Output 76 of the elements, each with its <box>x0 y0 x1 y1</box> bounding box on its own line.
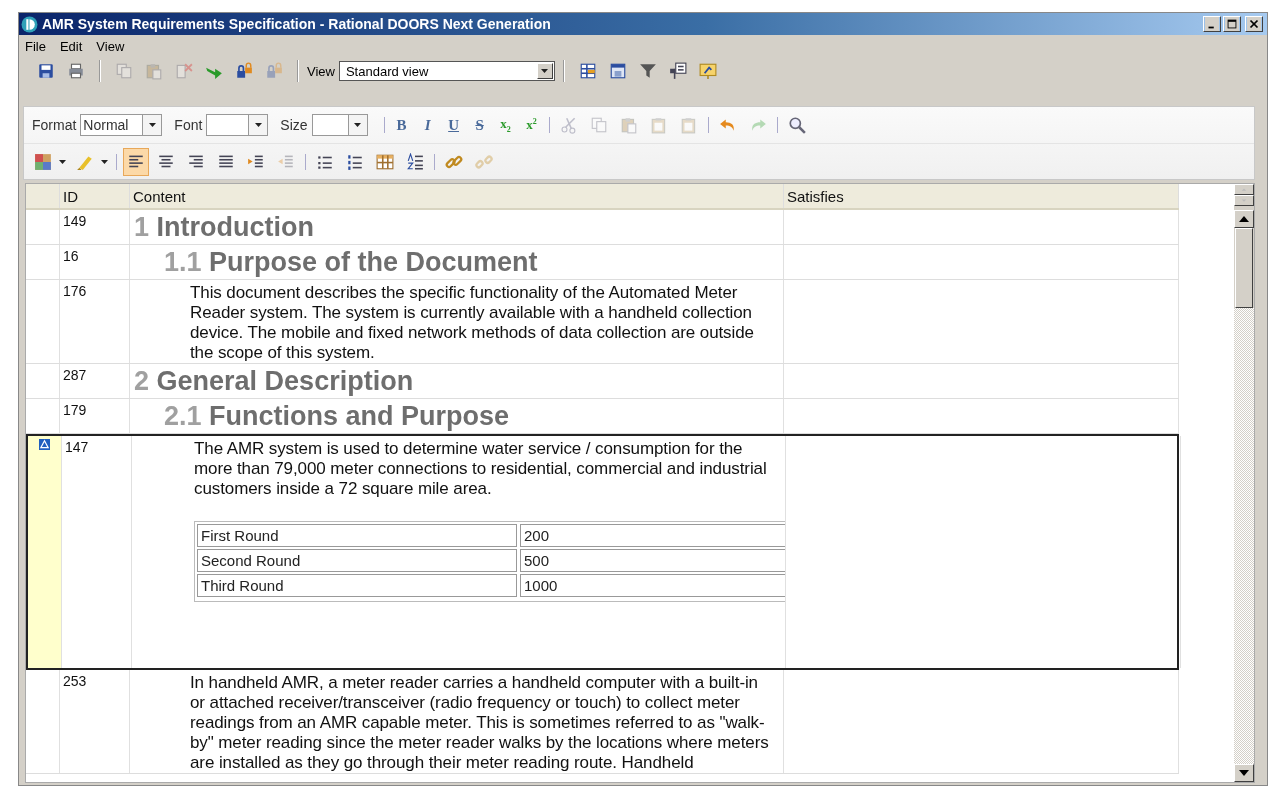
row-id: 176 <box>62 282 87 299</box>
heading: 1.1 Purpose of the Document <box>163 246 539 279</box>
table-cell: 200 <box>520 524 785 547</box>
subscript-button[interactable]: x$_{2}$ <box>494 116 517 134</box>
heading: 2 General Description <box>133 365 415 398</box>
menu-item[interactable]: File <box>25 38 46 54</box>
paragraph: In handheld AMR, a meter reader carries a handheld computer with a built-in or attached receiver/transceiver (radio frequency or touch) to collect meter readings from an AMR capable meter. This is sometimes referred to as "walk-by" meter reading since the meter reader walks by the locations where meters are installed as they go through their meter reading route. Handheld <box>189 672 770 773</box>
row-id: 147 <box>64 438 89 455</box>
table-cell: First Round <box>197 524 517 547</box>
table-cell: Third Round <box>197 574 517 597</box>
column-header[interactable]: Content <box>130 184 784 208</box>
row-id: 149 <box>62 212 87 229</box>
monitor-icon[interactable] <box>698 62 717 80</box>
table-icon[interactable] <box>578 62 597 80</box>
minimize-icon[interactable] <box>1203 16 1221 32</box>
underline-button[interactable]: U <box>442 116 465 134</box>
paragraph: This document describes the specific functionality of the Automated Meter Reader system. The system is currently available with a handheld collection device. The mobile and fixed network methods of data collection are outside the scope of this system. <box>189 282 755 363</box>
field-label: Font <box>174 117 203 133</box>
table-row[interactable] <box>26 434 1179 670</box>
row-id: 287 <box>62 366 87 383</box>
print-icon[interactable] <box>67 62 85 80</box>
italic-button[interactable]: I <box>416 116 439 134</box>
scroll-thumb[interactable] <box>1235 228 1253 308</box>
table-cell: 1000 <box>520 574 785 597</box>
lock-icon[interactable] <box>235 62 253 80</box>
scroll-down-icon[interactable] <box>1234 764 1254 782</box>
field-label: Size <box>280 117 308 133</box>
paragraph: The AMR system is used to determine water service / consumption for the more than 79,000 meter connections to residential, commercial and industrial customers inside a 72 square mile area. <box>193 438 768 499</box>
strike-button[interactable]: S <box>468 116 491 134</box>
row-id: 16 <box>62 247 79 264</box>
numbered-list-icon[interactable] <box>346 152 364 171</box>
dropdown-arrow-icon[interactable] <box>254 123 262 127</box>
table-cell: 500 <box>520 549 785 572</box>
caret-icon[interactable] <box>101 159 108 164</box>
scrollbar[interactable] <box>1234 184 1254 782</box>
table-icon[interactable] <box>376 152 394 171</box>
text-color-icon[interactable] <box>34 152 52 171</box>
column-header[interactable]: ID <box>60 184 130 208</box>
close-icon[interactable] <box>1245 16 1263 32</box>
view-dropdown[interactable]: Standard view <box>338 61 555 81</box>
save-icon[interactable] <box>37 62 55 80</box>
table-row[interactable]: 287 2 General Description <box>26 364 1179 399</box>
heading: 1 Introduction <box>133 211 315 244</box>
table-cell: Second Round <box>197 549 517 572</box>
column-header[interactable]: Satisfies <box>784 184 1179 208</box>
view-label: View <box>307 63 335 79</box>
toolbar-button[interactable] <box>123 147 149 176</box>
comment-icon[interactable] <box>668 62 687 80</box>
dropdown-arrow-icon[interactable] <box>148 123 156 127</box>
dropdown-field[interactable]: Normal <box>80 114 163 136</box>
bold-button[interactable]: B <box>390 116 413 134</box>
scroll-bottom-icon[interactable] <box>1234 195 1254 206</box>
row-id: 253 <box>62 672 87 689</box>
dropdown-field[interactable] <box>206 114 269 136</box>
superscript-button[interactable]: x$^{2}$ <box>520 116 543 134</box>
table-row[interactable]: 16 1.1 Purpose of the Document <box>26 245 1179 280</box>
dropdown-arrow-icon[interactable] <box>354 123 362 127</box>
caret-icon[interactable] <box>59 159 66 164</box>
row-id: 179 <box>62 401 87 418</box>
app-icon <box>21 15 38 33</box>
sort-list-icon[interactable] <box>406 152 424 171</box>
search-icon[interactable] <box>787 116 806 134</box>
dropdown-field[interactable] <box>311 114 368 136</box>
menu-item[interactable]: View <box>96 38 125 54</box>
filter-icon[interactable] <box>638 62 657 80</box>
scroll-up-icon[interactable] <box>1234 210 1254 228</box>
heading: 2.1 Functions and Purpose <box>163 400 511 433</box>
menu-item[interactable]: Edit <box>59 38 83 54</box>
window-title: AMR System Requirements Specification - Rational DOORS Next Generation <box>42 16 552 32</box>
window-icon[interactable] <box>608 62 627 80</box>
field-label: Format <box>32 117 77 133</box>
table-row[interactable]: 149 1 Introduction <box>26 210 1179 245</box>
table-row[interactable]: 179 2.1 Functions and Purpose <box>26 399 1179 434</box>
maximize-icon[interactable] <box>1223 16 1241 32</box>
dropdown-arrow-icon[interactable] <box>541 69 549 73</box>
scroll-top-icon[interactable] <box>1234 184 1254 195</box>
